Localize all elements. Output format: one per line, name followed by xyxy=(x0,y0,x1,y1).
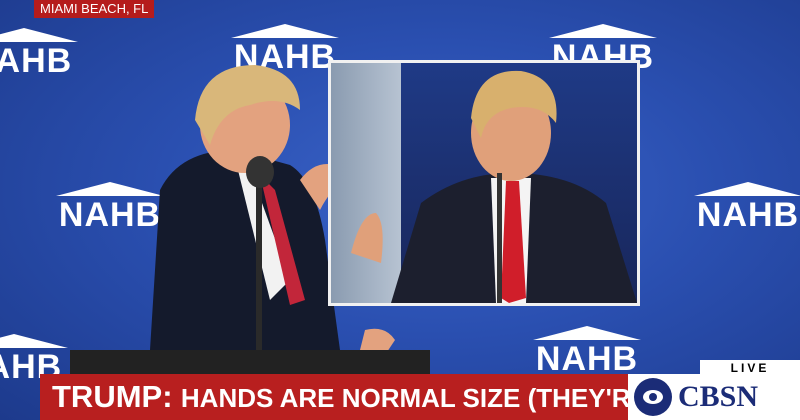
held-photo xyxy=(328,60,640,306)
video-frame: NAHB NAHB NAHB NAHB NAHB NAHB NAHB xyxy=(0,0,800,420)
logo-text: NAHB xyxy=(0,42,73,80)
podium xyxy=(70,350,430,374)
network-logo: CBSN xyxy=(628,374,800,420)
nahb-logo: NAHB xyxy=(0,28,78,80)
microphone-icon xyxy=(246,156,274,360)
chyron-bar: TRUMP: HANDS ARE NORMAL SIZE (THEY'RE NO… xyxy=(40,374,719,420)
nahb-logo: NAHB xyxy=(522,326,652,378)
chyron-text: TRUMP: HANDS ARE NORMAL SIZE (THEY'RE NO… xyxy=(52,380,719,415)
cbs-eye-icon xyxy=(634,378,672,416)
location-tag: MIAMI BEACH, FL xyxy=(34,0,155,18)
chyron-name: TRUMP: xyxy=(52,379,173,414)
photo-subject xyxy=(351,70,637,303)
logo-text: NAHB xyxy=(696,196,800,234)
logo-text: NAHB xyxy=(535,340,639,378)
network-name: CBSN xyxy=(678,380,759,413)
nahb-logo: NAHB xyxy=(688,182,800,234)
